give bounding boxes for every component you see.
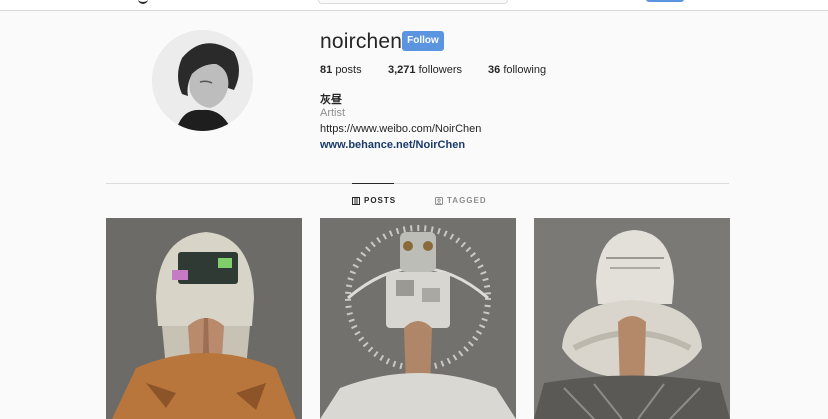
search-input[interactable] [318,0,508,4]
post-thumbnail[interactable] [106,218,302,419]
grid-icon [352,196,360,205]
avatar[interactable] [152,30,253,131]
bio-weibo-link[interactable]: https://www.weibo.com/NoirChen [320,123,481,135]
profile-username: noirchen [320,30,403,53]
posts-count-stat: 81 posts [320,64,362,76]
post-thumbnail[interactable] [320,218,516,419]
followers-count: 3,271 [388,64,416,76]
instagram-logo[interactable] [138,0,148,4]
top-navigation-bar [0,0,828,11]
following-count: 36 [488,64,501,76]
follow-button[interactable]: Follow [402,31,444,51]
tab-posts-label: POSTS [364,196,397,205]
following-label: following [503,64,547,76]
profile-category: Artist [320,107,346,119]
profile-divider [106,183,729,184]
followers-count-stat[interactable]: 3,271 followers [388,64,462,76]
followers-label: followers [418,64,462,76]
tab-tagged[interactable]: TAGGED [435,196,487,205]
header-login-button[interactable] [646,0,684,2]
posts-count: 81 [320,64,333,76]
active-tab-indicator [352,183,394,184]
posts-label: posts [335,64,362,76]
post-thumbnail[interactable] [534,218,730,419]
tab-tagged-label: TAGGED [447,196,487,205]
following-count-stat[interactable]: 36 following [488,64,546,76]
tag-icon [435,196,443,205]
profile-website-link[interactable]: www.behance.net/NoirChen [320,139,465,151]
profile-full-name: 灰昼 [320,94,342,106]
tab-posts[interactable]: POSTS [352,196,396,205]
